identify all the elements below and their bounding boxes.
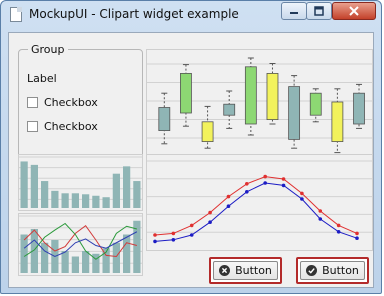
bar: [123, 234, 131, 273]
data-point: [318, 217, 323, 221]
data-point: [189, 223, 194, 228]
box: [180, 72, 192, 114]
line-chart-svg: [147, 160, 372, 244]
bar: [41, 181, 49, 208]
check-circle-icon: [306, 265, 318, 276]
data-point: [336, 223, 341, 228]
group-title: Group: [28, 43, 68, 56]
data-point: [318, 209, 323, 213]
button-1-inner[interactable]: Button: [213, 261, 278, 280]
bar: [71, 256, 79, 273]
checkbox-box[interactable]: [27, 121, 38, 132]
close-button[interactable]: [332, 2, 376, 20]
button-2-label: Button: [322, 264, 359, 277]
data-point: [208, 210, 212, 215]
button-2[interactable]: Button: [296, 257, 369, 284]
title-bar[interactable]: MockupUI - Clipart widget example: [1, 1, 381, 27]
bar: [102, 197, 110, 208]
checkbox-box[interactable]: [27, 97, 38, 108]
data-point: [355, 236, 359, 240]
client-area: Group Label Checkbox Checkbox Button But…: [8, 32, 374, 288]
data-point: [245, 190, 249, 194]
data-point: [153, 233, 157, 237]
bar: [133, 181, 141, 208]
data-point: [189, 233, 194, 237]
data-point: [336, 230, 341, 234]
box: [331, 101, 344, 142]
data-point: [263, 174, 267, 179]
window-title: MockupUI - Clipart widget example: [29, 7, 239, 21]
bar: [41, 242, 49, 273]
maximize-icon: [314, 6, 324, 16]
data-point: [171, 231, 176, 236]
button-1[interactable]: Button: [209, 257, 282, 284]
data-point: [226, 204, 231, 208]
data-point: [281, 177, 286, 181]
series-line: [154, 176, 358, 236]
bar: [82, 251, 90, 273]
data-point: [245, 182, 249, 186]
bar: [92, 195, 100, 208]
bar: [30, 164, 38, 208]
box: [201, 121, 214, 143]
data-point: [171, 238, 176, 242]
box: [266, 72, 279, 121]
data-point: [153, 239, 157, 244]
minimize-button[interactable]: [281, 2, 307, 20]
data-point: [355, 231, 359, 236]
checkbox-label: Checkbox: [44, 120, 98, 133]
data-point: [281, 183, 286, 188]
checkbox-2[interactable]: Checkbox: [27, 120, 98, 133]
box: [244, 66, 257, 125]
bar-line-chart: [18, 213, 143, 276]
data-point: [208, 220, 212, 224]
bar: [123, 166, 131, 208]
box: [309, 92, 322, 116]
box: [288, 86, 301, 140]
bar: [112, 242, 120, 273]
bar: [20, 234, 28, 273]
label-text: Label: [27, 72, 57, 85]
checkbox-label: Checkbox: [44, 96, 98, 109]
close-icon: [349, 6, 359, 16]
close-circle-icon: [219, 265, 231, 276]
line-chart: [146, 154, 373, 251]
minimize-icon: [290, 12, 298, 14]
bar: [71, 193, 79, 208]
bar: [112, 173, 120, 208]
bar: [82, 194, 90, 208]
box: [223, 103, 236, 116]
data-point: [300, 191, 304, 196]
bar: [61, 251, 69, 273]
data-point: [300, 197, 304, 201]
document-icon: [10, 7, 22, 22]
app-window: MockupUI - Clipart widget example Group …: [0, 0, 382, 294]
bar: [61, 193, 69, 208]
bar-line-chart-svg: [19, 215, 142, 273]
data-point: [263, 181, 267, 185]
box: [353, 92, 365, 125]
button-2-inner[interactable]: Button: [300, 261, 365, 280]
checkbox-1[interactable]: Checkbox: [27, 96, 98, 109]
bar: [20, 161, 28, 208]
button-1-label: Button: [235, 264, 272, 277]
bar: [51, 190, 59, 208]
box: [158, 107, 171, 132]
maximize-button[interactable]: [306, 2, 332, 20]
bar-chart-svg: [19, 156, 142, 208]
data-point: [226, 194, 231, 199]
bar-chart: [18, 154, 143, 211]
